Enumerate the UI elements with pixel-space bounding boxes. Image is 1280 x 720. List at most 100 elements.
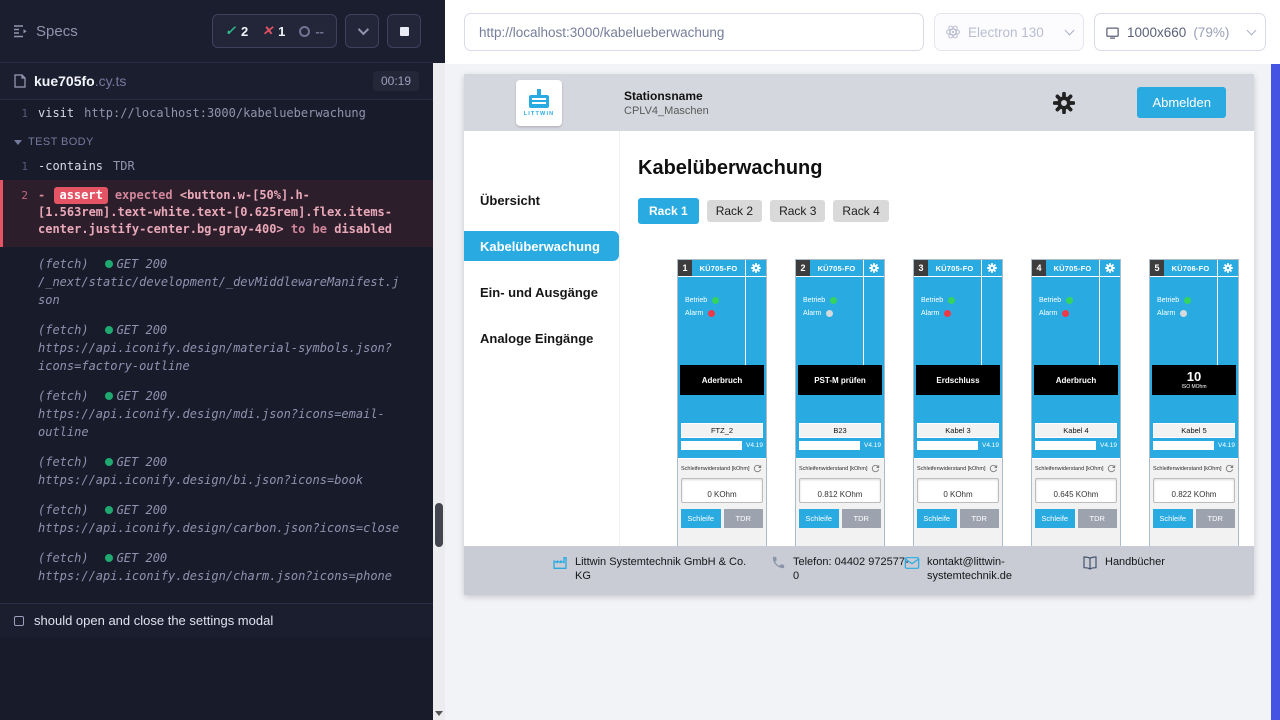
alarm-led bbox=[1180, 310, 1187, 317]
browser-url-bar: http://localhost:3000/kabelueberwachung … bbox=[445, 0, 1280, 64]
fetch-log-entry[interactable]: (fetch) GET 200 /_next/static/development… bbox=[0, 249, 433, 315]
alarm-label: Alarm bbox=[803, 310, 821, 317]
reporter-header: Specs 2 1 -- bbox=[0, 0, 433, 63]
fetch-log-entry[interactable]: (fetch)GET 200 https://api.iconify.desig… bbox=[0, 315, 433, 381]
sidebar-item-ein-und-ausgaenge[interactable]: Ein- und Ausgänge bbox=[464, 277, 619, 307]
tdr-button[interactable]: TDR bbox=[724, 509, 764, 528]
cable-name: Kabel 5 bbox=[1153, 423, 1235, 438]
device-settings-button[interactable] bbox=[1217, 260, 1238, 276]
resistance-label: Schleifenwiderstand [kOhm] bbox=[799, 466, 867, 472]
gear-icon bbox=[987, 263, 997, 273]
browser-selector[interactable]: Electron 130 bbox=[934, 13, 1084, 51]
refresh-icon[interactable] bbox=[752, 463, 763, 474]
device-settings-button[interactable] bbox=[863, 260, 884, 276]
gear-icon bbox=[869, 263, 879, 273]
tdr-button[interactable]: TDR bbox=[842, 509, 882, 528]
device-settings-button[interactable] bbox=[981, 260, 1002, 276]
cypress-reporter-panel: Specs 2 1 -- kue705fo.cy.ts 00:19 1 visi… bbox=[0, 0, 433, 720]
device-number: 1 bbox=[678, 260, 692, 276]
status-display: Aderbruch bbox=[680, 365, 764, 395]
refresh-icon[interactable] bbox=[988, 463, 999, 474]
sidebar-item-kabelueberwachung[interactable]: Kabelüberwachung bbox=[464, 231, 619, 261]
schleife-button[interactable]: Schleife bbox=[1153, 509, 1193, 528]
stat-pending: -- bbox=[299, 24, 324, 39]
application-under-test: LITTWIN Stationsname CPLV4_Maschen Abmel… bbox=[464, 74, 1254, 595]
section-collapse-icon bbox=[14, 140, 22, 145]
test-stats[interactable]: 2 1 -- bbox=[212, 14, 337, 48]
indicator-box bbox=[917, 441, 978, 450]
tab-rack-2[interactable]: Rack 2 bbox=[707, 200, 762, 222]
device-model: KÜ706-FO bbox=[1164, 260, 1217, 276]
spec-filename[interactable]: kue705fo.cy.ts bbox=[34, 73, 126, 89]
pending-icon bbox=[299, 26, 310, 37]
tdr-button[interactable]: TDR bbox=[1196, 509, 1236, 528]
specs-toggle[interactable]: Specs bbox=[12, 23, 78, 40]
tdr-button[interactable]: TDR bbox=[960, 509, 1000, 528]
refresh-icon[interactable] bbox=[870, 463, 881, 474]
alarm-label: Alarm bbox=[685, 310, 703, 317]
scrollbar-thumb[interactable] bbox=[435, 503, 443, 547]
refresh-icon[interactable] bbox=[1106, 463, 1117, 474]
test-state-icon bbox=[14, 616, 24, 626]
tab-rack-4[interactable]: Rack 4 bbox=[833, 200, 888, 222]
schleife-button[interactable]: Schleife bbox=[1035, 509, 1075, 528]
status-ok-dot bbox=[105, 326, 113, 334]
schleife-button[interactable]: Schleife bbox=[681, 509, 721, 528]
refresh-icon[interactable] bbox=[1224, 463, 1235, 474]
specs-list-icon bbox=[12, 23, 28, 39]
command-visit[interactable]: 1 visithttp://localhost:3000/kabelueberw… bbox=[0, 102, 433, 125]
tab-rack-1[interactable]: Rack 1 bbox=[638, 198, 699, 224]
alarm-led bbox=[944, 310, 951, 317]
resistance-value: 0 KOhm bbox=[917, 478, 999, 503]
gear-icon bbox=[751, 263, 761, 273]
betrieb-led bbox=[712, 297, 719, 304]
fetch-log-entry[interactable]: (fetch)GET 200 https://api.iconify.desig… bbox=[0, 543, 433, 591]
viewport-selector[interactable]: 1000x660 (79%) bbox=[1094, 13, 1266, 51]
main-content: Kabelüberwachung Rack 1 Rack 2 Rack 3 Ra… bbox=[620, 131, 1254, 546]
reporter-scrollbar[interactable] bbox=[433, 0, 445, 720]
url-input[interactable]: http://localhost:3000/kabelueberwachung bbox=[464, 13, 924, 51]
tdr-button[interactable]: TDR bbox=[1078, 509, 1118, 528]
device-settings-button[interactable] bbox=[745, 260, 766, 276]
settings-gear-button[interactable] bbox=[1053, 92, 1075, 114]
fetch-url: /_next/static/development/_devMiddleware… bbox=[38, 273, 403, 309]
betrieb-label: Betrieb bbox=[921, 297, 943, 304]
status-display: Erdschluss bbox=[916, 365, 1000, 395]
footer-company: Littwin Systemtechnik GmbH & Co. KG bbox=[552, 555, 757, 583]
schleife-button[interactable]: Schleife bbox=[917, 509, 957, 528]
command-contains[interactable]: 1 containsTDR bbox=[0, 155, 433, 178]
schleife-button[interactable]: Schleife bbox=[799, 509, 839, 528]
tab-rack-3[interactable]: Rack 3 bbox=[770, 200, 825, 222]
logo-text: LITTWIN bbox=[524, 111, 555, 117]
fetch-log-entry[interactable]: (fetch)GET 200 https://api.iconify.desig… bbox=[0, 381, 433, 447]
collapse-button[interactable] bbox=[345, 14, 379, 48]
chevron-down-icon bbox=[1247, 26, 1257, 36]
device-number: 4 bbox=[1032, 260, 1046, 276]
firmware-version: V4.19 bbox=[982, 442, 999, 449]
footer-manuals[interactable]: Handbücher bbox=[1082, 555, 1165, 571]
betrieb-led bbox=[948, 297, 955, 304]
littwin-logo-icon bbox=[526, 88, 552, 110]
fetch-url: https://api.iconify.design/mdi.json?icon… bbox=[38, 405, 403, 441]
fetch-status: GET 200 bbox=[105, 255, 168, 273]
next-test-title[interactable]: should open and close the settings modal bbox=[0, 603, 433, 637]
scrollbar-down-arrow[interactable] bbox=[435, 711, 443, 716]
fetch-tag: (fetch) bbox=[38, 501, 89, 519]
status-ok-dot bbox=[105, 554, 113, 562]
device-settings-button[interactable] bbox=[1099, 260, 1120, 276]
sidebar-item-analoge-eingaenge[interactable]: Analoge Eingänge bbox=[464, 323, 619, 353]
station-label: Stationsname bbox=[624, 89, 709, 103]
cable-name: FTZ_2 bbox=[681, 423, 763, 438]
status-ok-dot bbox=[105, 260, 113, 268]
fetch-tag: (fetch) bbox=[38, 255, 89, 273]
command-assert-failed[interactable]: 2 assertexpected <button.w-[50%].h-[1.56… bbox=[0, 180, 433, 247]
fetch-log-entry[interactable]: (fetch)GET 200 https://api.iconify.desig… bbox=[0, 447, 433, 495]
sidebar-item-uebersicht[interactable]: Übersicht bbox=[464, 185, 619, 215]
stop-tests-button[interactable] bbox=[387, 14, 421, 48]
device-card: 1 KÜ705-FO Betrieb Alarm Aderbruch FTZ_2… bbox=[678, 260, 766, 546]
scrollbar-cap bbox=[433, 0, 445, 63]
logout-button[interactable]: Abmelden bbox=[1137, 87, 1226, 118]
fetch-log-entry[interactable]: (fetch)GET 200 https://api.iconify.desig… bbox=[0, 495, 433, 543]
app-header: LITTWIN Stationsname CPLV4_Maschen Abmel… bbox=[464, 74, 1254, 131]
test-body-section[interactable]: TEST BODY bbox=[0, 125, 433, 155]
